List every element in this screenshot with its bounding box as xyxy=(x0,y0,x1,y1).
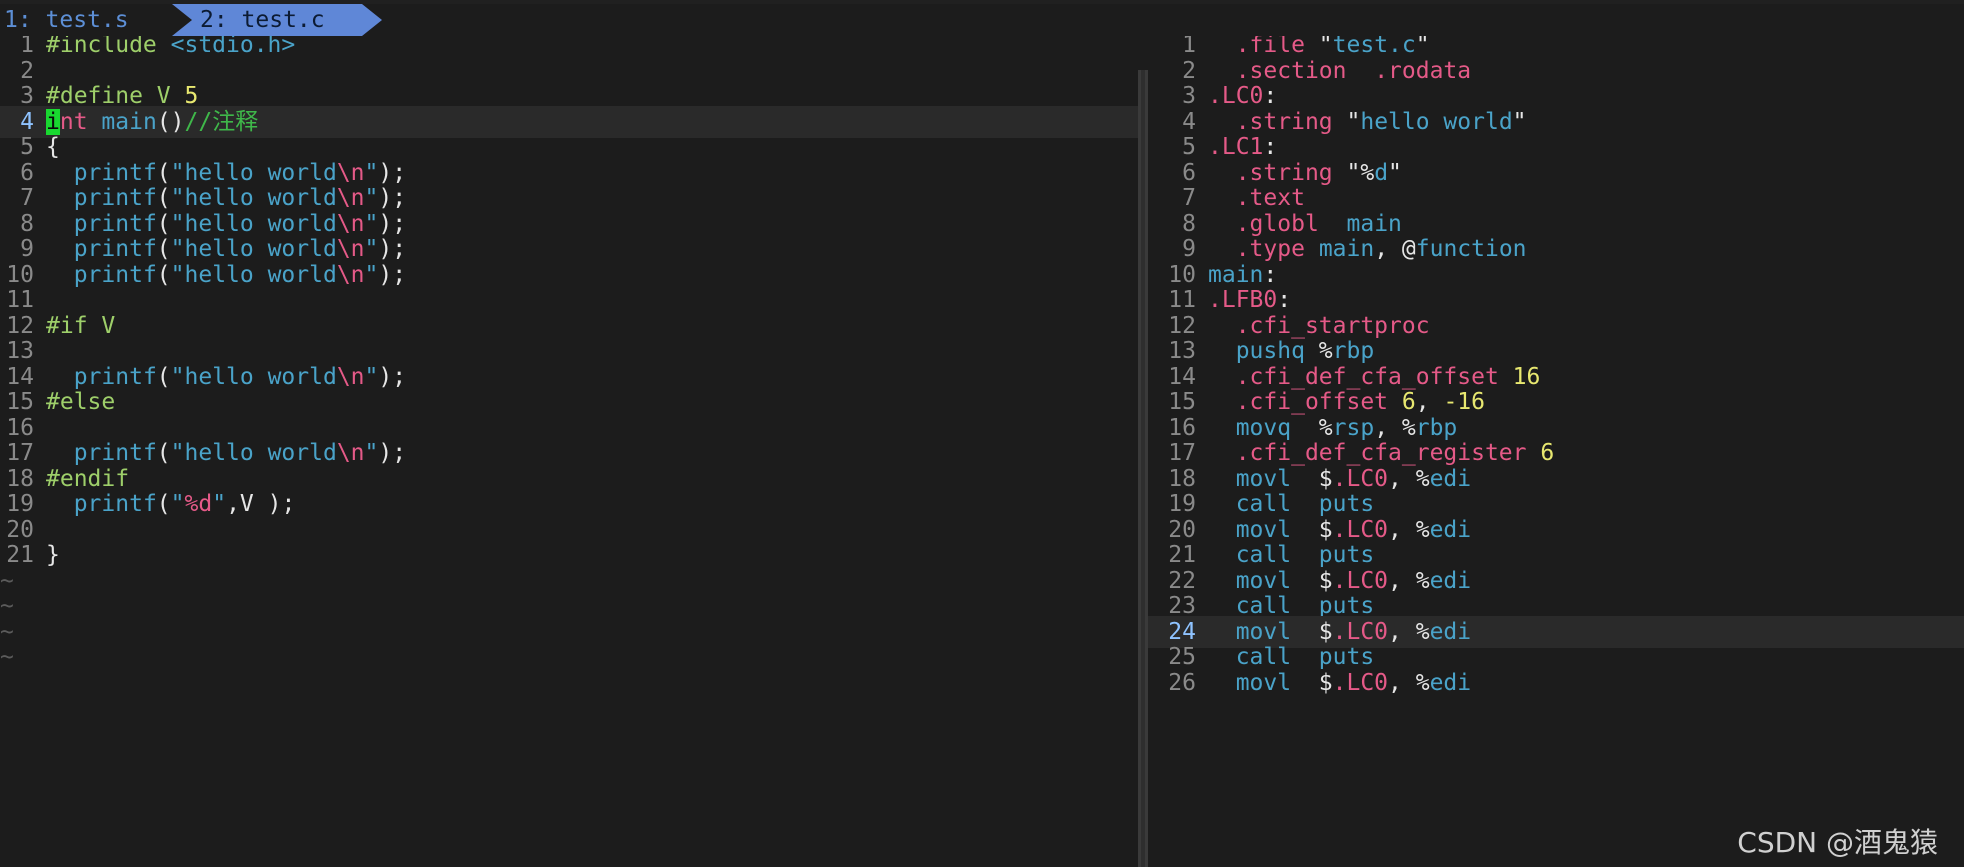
editor-pane-test-s[interactable]: 1 .file "test.c" 2 .section .rodata 3 .LC0:… xyxy=(1148,36,1964,867)
code-token: .LC0 xyxy=(1332,669,1389,696)
tab-test-s[interactable]: 1: test.s xyxy=(4,4,129,36)
tabline: 1: test.s 2: test.c xyxy=(0,4,1964,36)
watermark: CSDN @酒鬼猿 xyxy=(1737,826,1938,859)
vim-window: 1: test.s 2: test.c 1 #include <stdio.h> 2… xyxy=(0,0,1964,867)
code-token: movl xyxy=(1235,669,1292,696)
code-token: , % xyxy=(1388,669,1430,696)
empty-buffer-line: ~ xyxy=(0,641,1138,673)
editor-pane-test-c[interactable]: 1 #include <stdio.h> 2 3 #define V 5 4 int mai… xyxy=(0,36,1138,867)
vertical-split-separator[interactable] xyxy=(1138,70,1148,867)
code-token: edi xyxy=(1429,669,1472,696)
code-token: $ xyxy=(1291,669,1333,696)
line-number: 26 xyxy=(1168,669,1196,696)
tab-test-c[interactable]: 2: test.c xyxy=(172,4,382,36)
asm-source-line[interactable]: 26 movl $.LC0, %edi xyxy=(1148,667,1964,699)
tilde-marker: ~ xyxy=(0,644,14,670)
code-text: movl $.LC0, %edi xyxy=(1208,670,1471,696)
